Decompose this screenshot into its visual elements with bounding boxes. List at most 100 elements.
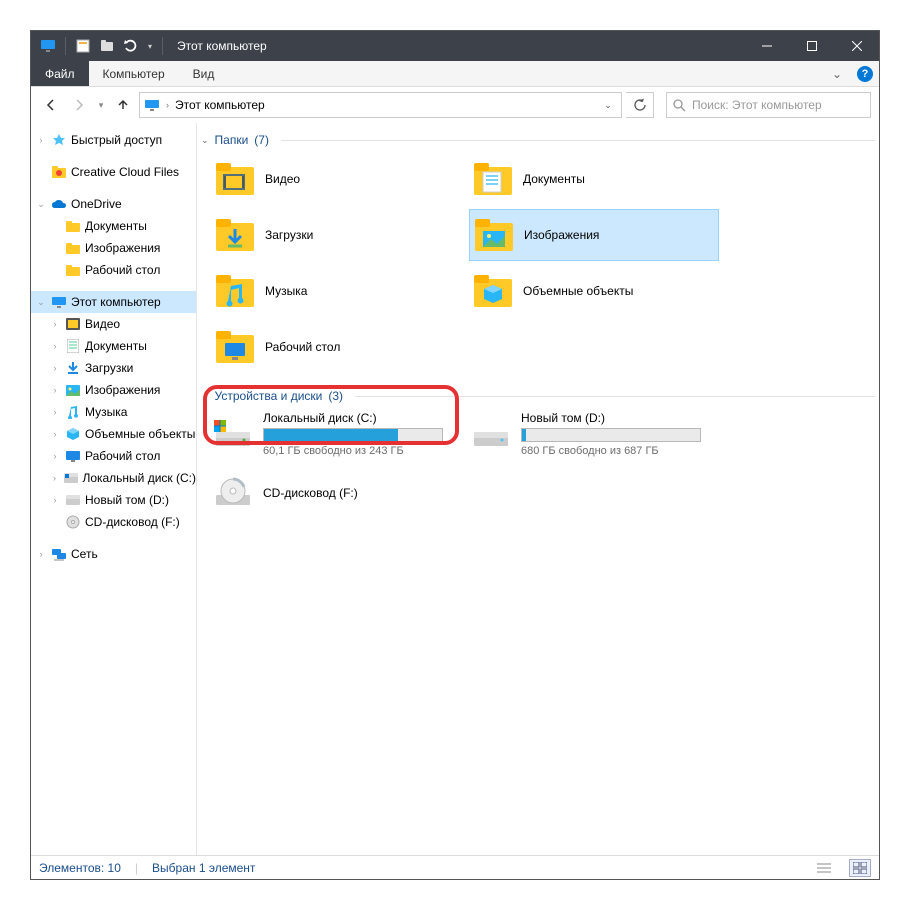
qat-properties-icon[interactable] <box>72 35 94 57</box>
folder-pictures[interactable]: Изображения <box>469 209 719 261</box>
network-icon <box>51 546 67 562</box>
music-icon <box>65 404 81 420</box>
documents-folder-icon <box>473 159 513 199</box>
folder-documents[interactable]: Документы <box>469 153 719 205</box>
chevron-icon[interactable]: › <box>166 100 169 110</box>
3d-icon <box>65 426 81 442</box>
tree-pictures[interactable]: ›Изображения <box>31 379 196 401</box>
forward-button[interactable] <box>67 93 91 117</box>
drive-d-usage-bar <box>521 428 701 442</box>
refresh-button[interactable] <box>626 92 654 118</box>
navigation-bar: ▾ › Этот компьютер ⌄ <box>31 87 879 123</box>
music-folder-icon <box>215 271 255 311</box>
search-input[interactable] <box>692 98 864 112</box>
cd-icon <box>65 514 81 530</box>
address-dropdown-icon[interactable]: ⌄ <box>599 100 617 111</box>
title-bar: ▾ Этот компьютер <box>31 31 879 61</box>
downloads-icon <box>65 360 81 376</box>
status-selection: Выбран 1 элемент <box>152 861 255 875</box>
tree-network[interactable]: › Сеть <box>31 543 196 565</box>
tree-drive-d[interactable]: ›Новый том (D:) <box>31 489 196 511</box>
up-button[interactable] <box>111 93 135 117</box>
back-button[interactable] <box>39 93 63 117</box>
qat-dropdown-icon[interactable]: ▾ <box>144 35 156 57</box>
history-dropdown-icon[interactable]: ▾ <box>95 100 107 111</box>
tree-3d[interactable]: ›Объемные объекты <box>31 423 196 445</box>
tree-videos[interactable]: ›Видео <box>31 313 196 335</box>
tree-onedrive-documents[interactable]: ›Документы <box>31 215 196 237</box>
folder-icon <box>65 218 81 234</box>
drive-c-usage-bar <box>263 428 443 442</box>
tree-onedrive[interactable]: ⌄ OneDrive <box>31 193 196 215</box>
chevron-down-icon: ⌄ <box>201 391 209 402</box>
group-folders-header[interactable]: ⌄ Папки (7) <box>201 133 875 147</box>
group-drives-header[interactable]: ⌄ Устройства и диски (3) <box>201 389 875 403</box>
folder-icon <box>65 240 81 256</box>
drive-c[interactable]: Локальный диск (C:) 60,1 ГБ свободно из … <box>211 409 461 459</box>
window-title: Этот компьютер <box>173 39 267 53</box>
folder-3d[interactable]: Объемные объекты <box>469 265 719 317</box>
tree-downloads[interactable]: ›Загрузки <box>31 357 196 379</box>
tab-computer[interactable]: Компьютер <box>89 61 179 86</box>
desktop-folder-icon <box>215 327 255 367</box>
tree-creative-cloud[interactable]: › Creative Cloud Files <box>31 161 196 183</box>
address-location: Этот компьютер <box>175 98 593 112</box>
chevron-down-icon: ⌄ <box>201 135 209 146</box>
ribbon-expand-icon[interactable]: ⌄ <box>823 61 851 86</box>
tree-onedrive-desktop[interactable]: ›Рабочий стол <box>31 259 196 281</box>
qat-undo-icon[interactable] <box>120 35 142 57</box>
drive-icon <box>65 492 81 508</box>
folders-grid: Видео Документы Загрузки Изображения Муз… <box>211 153 875 373</box>
drive-icon <box>64 470 79 486</box>
tree-documents[interactable]: ›Документы <box>31 335 196 357</box>
tree-desktop[interactable]: ›Рабочий стол <box>31 445 196 467</box>
this-pc-icon <box>51 294 67 310</box>
documents-icon <box>65 338 81 354</box>
3d-folder-icon <box>473 271 513 311</box>
explorer-window: ▾ Этот компьютер Файл Компьютер Вид ⌄ ? … <box>30 30 880 880</box>
navigation-tree: › Быстрый доступ › Creative Cloud Files … <box>31 123 197 855</box>
cd-drive-icon <box>213 473 253 513</box>
close-button[interactable] <box>834 31 879 61</box>
tree-quick-access[interactable]: › Быстрый доступ <box>31 129 196 151</box>
minimize-button[interactable] <box>744 31 789 61</box>
folder-music[interactable]: Музыка <box>211 265 461 317</box>
desktop-icon <box>65 448 81 464</box>
onedrive-icon <box>51 196 67 212</box>
folder-videos[interactable]: Видео <box>211 153 461 205</box>
creative-cloud-icon <box>51 164 67 180</box>
qat-this-pc-icon[interactable] <box>37 35 59 57</box>
maximize-button[interactable] <box>789 31 834 61</box>
help-icon: ? <box>857 66 873 82</box>
tab-view[interactable]: Вид <box>179 61 229 86</box>
pictures-icon <box>65 382 81 398</box>
address-this-pc-icon <box>144 97 160 113</box>
file-tab[interactable]: Файл <box>31 61 89 86</box>
tree-onedrive-pictures[interactable]: ›Изображения <box>31 237 196 259</box>
tree-this-pc[interactable]: ⌄ Этот компьютер <box>31 291 196 313</box>
drive-cd[interactable]: CD-дисковод (F:) <box>211 471 461 515</box>
drive-d[interactable]: Новый том (D:) 680 ГБ свободно из 687 ГБ <box>469 409 719 459</box>
pictures-folder-icon <box>474 215 514 255</box>
help-button[interactable]: ? <box>851 61 879 86</box>
ribbon-tabs: Файл Компьютер Вид ⌄ ? <box>31 61 879 87</box>
view-details-button[interactable] <box>813 859 835 877</box>
folder-desktop[interactable]: Рабочий стол <box>211 321 461 373</box>
quick-access-icon <box>51 132 67 148</box>
tree-music[interactable]: ›Музыка <box>31 401 196 423</box>
video-icon <box>65 316 81 332</box>
status-bar: Элементов: 10 | Выбран 1 элемент <box>31 855 879 879</box>
quick-access-toolbar: ▾ <box>31 35 173 57</box>
os-drive-icon <box>213 414 253 454</box>
folder-icon <box>65 262 81 278</box>
address-bar[interactable]: › Этот компьютер ⌄ <box>139 92 622 118</box>
folder-downloads[interactable]: Загрузки <box>211 209 461 261</box>
view-tiles-button[interactable] <box>849 859 871 877</box>
qat-new-folder-icon[interactable] <box>96 35 118 57</box>
search-box[interactable] <box>666 92 871 118</box>
drive-icon <box>471 414 511 454</box>
downloads-folder-icon <box>215 215 255 255</box>
videos-folder-icon <box>215 159 255 199</box>
tree-drive-cd[interactable]: ›CD-дисковод (F:) <box>31 511 196 533</box>
tree-drive-c[interactable]: ›Локальный диск (C:) <box>31 467 196 489</box>
